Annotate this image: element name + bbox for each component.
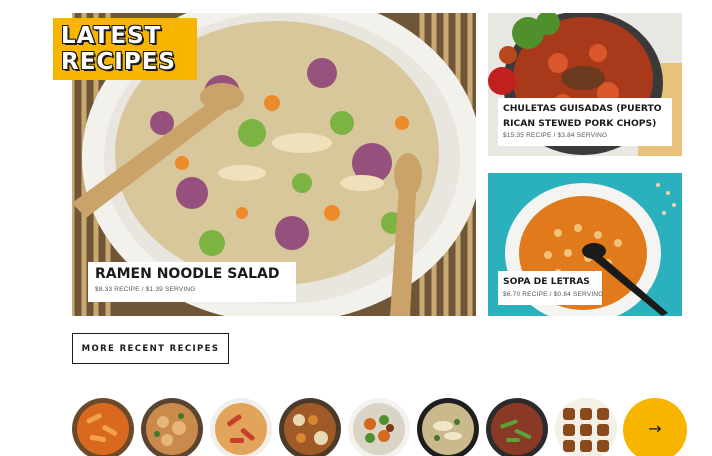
side-recipe-card-chuletas[interactable]: CHULETAS GUISADAS (PUERTO RICAN STEWED P…	[488, 13, 682, 156]
chicken-pasta-thumbnail[interactable]	[141, 398, 203, 456]
side-recipe-label-chuletas: CHULETAS GUISADAS (PUERTO RICAN STEWED P…	[498, 98, 672, 146]
curry-rice-thumbnail[interactable]	[279, 398, 341, 456]
side-recipe-label-sopa: SOPA DE LETRAS $6.70 RECIPE / $0.84 SERV…	[498, 271, 604, 305]
side-recipe-card-sopa[interactable]: SOPA DE LETRAS $6.70 RECIPE / $0.84 SERV…	[488, 173, 682, 316]
featured-recipe-label: RAMEN NOODLE SALAD $8.33 RECIPE / $1.39 …	[88, 262, 296, 302]
carousel-next-button[interactable]: →	[623, 398, 687, 456]
pretzel-bites-thumbnail[interactable]	[555, 398, 617, 456]
featured-recipe-cost: $8.33 RECIPE / $1.39 SERVING	[95, 286, 196, 293]
arrow-right-icon: →	[648, 418, 662, 438]
more-recent-recipes-button[interactable]: MORE RECENT RECIPES	[72, 333, 229, 364]
recipe-carousel	[72, 398, 712, 456]
chuletas-title-line2[interactable]: RICAN STEWED PORK CHOPS)	[503, 116, 667, 131]
latest-recipes-badge: LATEST RECIPES	[53, 18, 197, 80]
featured-recipe-title[interactable]: RAMEN NOODLE SALAD	[95, 266, 289, 282]
sopa-title[interactable]: SOPA DE LETRAS	[503, 275, 597, 288]
latest-badge-line2: RECIPES	[61, 49, 176, 75]
latest-badge-line1: LATEST	[61, 23, 162, 49]
sopa-cost: $6.70 RECIPE / $0.84 SERVING	[503, 291, 604, 298]
chuletas-title-line1[interactable]: CHULETAS GUISADAS (PUERTO	[503, 101, 667, 116]
green-bean-noodles-thumbnail[interactable]	[486, 398, 548, 456]
penne-pasta-thumbnail[interactable]	[72, 398, 134, 456]
tomato-penne-thumbnail[interactable]	[210, 398, 272, 456]
noodle-soup-thumbnail[interactable]	[417, 398, 479, 456]
chuletas-cost: $15.35 RECIPE / $3.84 SERVING	[503, 132, 608, 139]
roasted-vegetables-thumbnail[interactable]	[348, 398, 410, 456]
